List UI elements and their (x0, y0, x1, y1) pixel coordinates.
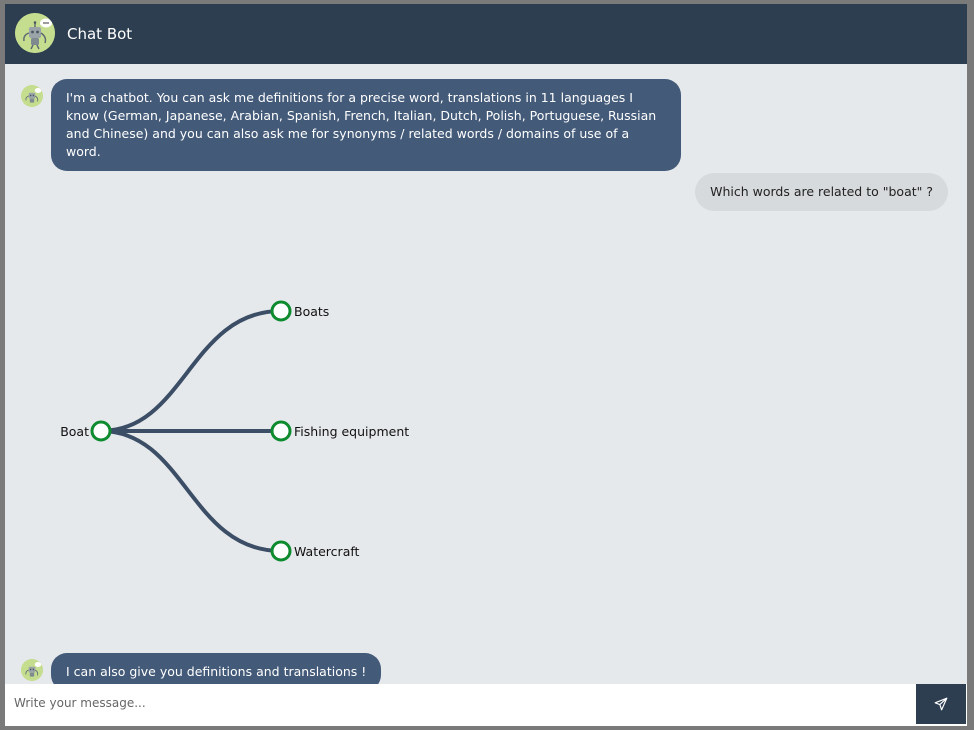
robot-icon (15, 13, 55, 53)
send-button[interactable] (916, 684, 966, 724)
bot-avatar-icon (21, 85, 43, 107)
chat-window: Chat Bot I'm a chatbot. You can ask me d… (5, 4, 967, 726)
tree-node-fishing-equipment (270, 420, 292, 442)
chat-header: Chat Bot (5, 4, 967, 64)
user-message-bubble: Which words are related to "boat" ? (695, 173, 948, 211)
message-composer (5, 684, 967, 726)
bot-avatar-icon (21, 659, 43, 681)
tree-label-root: Boat (60, 424, 89, 439)
chat-title: Chat Bot (67, 25, 133, 43)
tree-node-root (90, 420, 112, 442)
tree-label-boats: Boats (294, 304, 329, 319)
tree-label-fishing-equipment: Fishing equipment (294, 424, 409, 439)
tree-node-watercraft (270, 540, 292, 562)
tree-label-watercraft: Watercraft (294, 544, 360, 559)
tree-link-boats (100, 309, 282, 433)
tree-link-watercraft (100, 429, 282, 553)
tree-node-boats (270, 300, 292, 322)
send-icon (916, 697, 966, 711)
message-input[interactable] (5, 684, 913, 722)
bot-message-bubble: I'm a chatbot. You can ask me definition… (51, 79, 681, 171)
